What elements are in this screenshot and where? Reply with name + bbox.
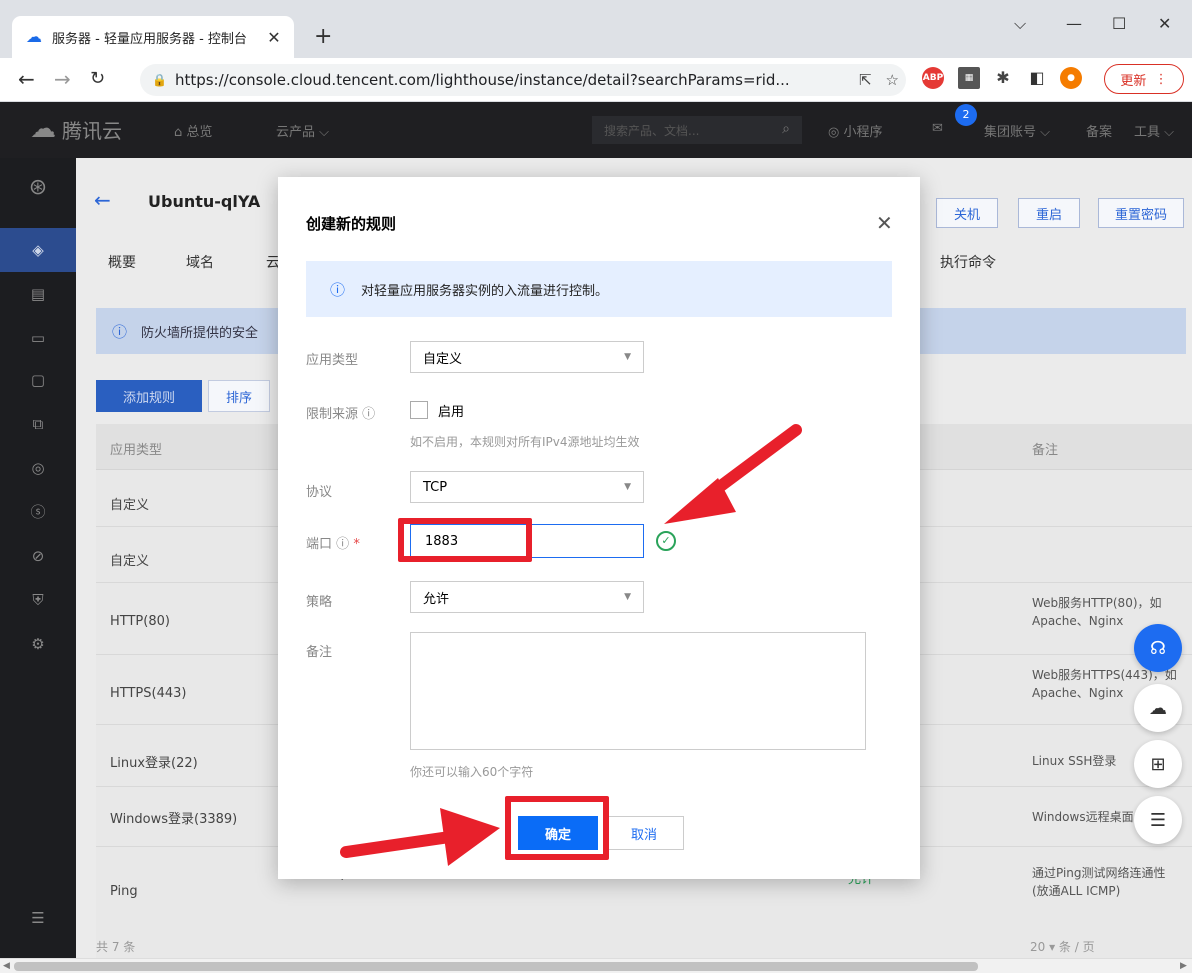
- app-type-select[interactable]: 自定义 ▼: [410, 341, 644, 373]
- source-hint: 如不启用，本规则对所有IPv4源地址均生效: [410, 435, 640, 449]
- close-tab-icon[interactable]: ✕: [264, 28, 284, 47]
- policy-label: 策略: [306, 595, 333, 610]
- info-icon: ⓘ: [330, 280, 346, 299]
- update-button[interactable]: 更新 ⋮: [1104, 64, 1184, 94]
- browser-tab-bar: ☁ 服务器 - 轻量应用服务器 - 控制台 ✕ + ⌵ — ☐ ✕: [0, 0, 1192, 58]
- check-circle-icon: ✓: [656, 531, 676, 551]
- protocol-value: TCP: [423, 479, 448, 495]
- url-text: https://console.cloud.tencent.com/lighth…: [174, 71, 790, 89]
- new-tab-icon[interactable]: +: [314, 26, 332, 48]
- side-panel-icon[interactable]: ◧: [1026, 67, 1048, 89]
- protocol-label: 协议: [306, 485, 333, 500]
- qr-extension-icon[interactable]: ▦: [958, 67, 980, 89]
- maximize-icon[interactable]: ☐: [1112, 14, 1126, 33]
- info-icon[interactable]: ⓘ: [362, 407, 375, 422]
- port-label: 端口 ⓘ *: [306, 533, 360, 552]
- confirm-highlight-box: [505, 796, 609, 860]
- back-arrow-icon[interactable]: ←: [18, 68, 35, 90]
- minimize-icon[interactable]: —: [1066, 14, 1082, 33]
- caret-down-icon: ▼: [624, 352, 631, 362]
- forward-arrow-icon[interactable]: →: [54, 68, 71, 90]
- extensions-puzzle-icon[interactable]: ✱: [992, 67, 1014, 89]
- profile-avatar-icon[interactable]: ●: [1060, 67, 1082, 89]
- share-icon[interactable]: ⇱: [859, 71, 872, 89]
- policy-value: 允许: [423, 591, 450, 607]
- protocol-select[interactable]: TCP ▼: [410, 471, 644, 503]
- scrollbar-thumb[interactable]: [14, 962, 978, 971]
- app-type-value: 自定义: [423, 351, 463, 367]
- horizontal-scrollbar[interactable]: ◀ ▶: [0, 958, 1192, 973]
- enable-label[interactable]: 启用: [438, 401, 464, 420]
- chevron-down-icon[interactable]: ⌵: [1014, 14, 1026, 34]
- caret-down-icon: ▼: [624, 592, 631, 602]
- reload-icon[interactable]: ↻: [90, 68, 105, 90]
- dialog-info-text: 对轻量应用服务器实例的入流量进行控制。: [361, 283, 609, 299]
- close-icon[interactable]: ✕: [876, 211, 893, 235]
- note-label: 备注: [306, 645, 333, 660]
- caret-down-icon: ▼: [624, 482, 631, 492]
- source-limit-text: 限制来源: [306, 407, 359, 422]
- create-rule-dialog: 创建新的规则 ✕ ⓘ 对轻量应用服务器实例的入流量进行控制。 应用类型 自定义 …: [278, 177, 920, 879]
- scroll-right-icon[interactable]: ▶: [1180, 959, 1187, 973]
- adblock-extension-icon[interactable]: ABP: [922, 67, 944, 89]
- update-label: 更新: [1120, 73, 1147, 89]
- enable-source-checkbox[interactable]: [410, 401, 428, 419]
- port-label-text: 端口: [306, 537, 333, 552]
- policy-select[interactable]: 允许 ▼: [410, 581, 644, 613]
- tencent-cloud-icon: ☁: [26, 27, 42, 46]
- scroll-left-icon[interactable]: ◀: [3, 959, 10, 973]
- lock-icon: 🔒: [152, 73, 167, 87]
- close-window-icon[interactable]: ✕: [1158, 14, 1171, 33]
- star-icon[interactable]: ☆: [886, 71, 899, 89]
- more-icon: ⋮: [1154, 71, 1168, 87]
- tab-title: 服务器 - 轻量应用服务器 - 控制台: [52, 31, 247, 47]
- app-type-label: 应用类型: [306, 353, 359, 368]
- port-highlight-box: [398, 518, 532, 562]
- required-marker: *: [353, 537, 360, 552]
- dialog-title: 创建新的规则: [306, 215, 397, 233]
- source-limit-label: 限制来源 ⓘ: [306, 403, 375, 422]
- note-textarea[interactable]: [410, 632, 866, 750]
- browser-tab[interactable]: ☁ 服务器 - 轻量应用服务器 - 控制台 ✕: [12, 16, 294, 58]
- cancel-button[interactable]: 取消: [604, 816, 684, 850]
- url-bar[interactable]: 🔒 https://console.cloud.tencent.com/ligh…: [140, 64, 906, 96]
- note-char-hint: 你还可以输入60个字符: [410, 765, 534, 779]
- info-icon[interactable]: ⓘ: [336, 537, 349, 552]
- dialog-info-banner: ⓘ 对轻量应用服务器实例的入流量进行控制。: [306, 261, 892, 317]
